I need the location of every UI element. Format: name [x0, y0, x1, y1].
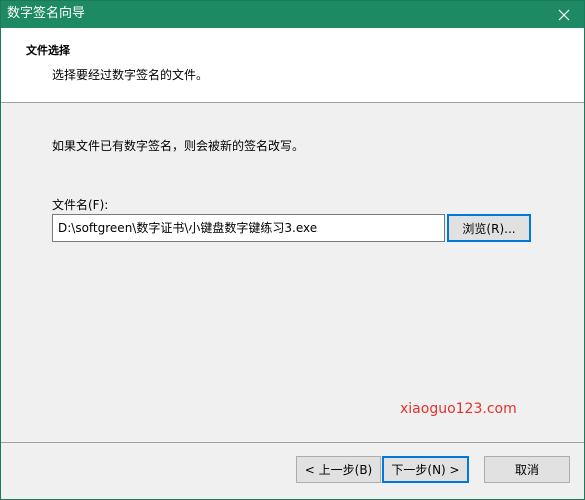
footer-divider — [1, 442, 584, 443]
window-title: 数字签名向导 — [7, 6, 86, 21]
title-bar[interactable]: 数字签名向导 — [1, 1, 584, 28]
back-button[interactable]: < 上一步(B) — [296, 456, 381, 483]
cancel-button[interactable]: 取消 — [484, 456, 570, 483]
step-description: 选择要经过数字签名的文件。 — [52, 68, 209, 82]
step-title: 文件选择 — [26, 44, 70, 57]
file-name-label: 文件名(F): — [52, 198, 109, 212]
file-name-input[interactable] — [52, 214, 445, 242]
close-button[interactable] — [544, 1, 584, 28]
watermark-text: xiaoguo123.com — [400, 401, 517, 417]
browse-button[interactable]: 浏览(R)... — [447, 214, 531, 242]
signature-wizard-window: 数字签名向导 文件选择 选择要经过数字签名的文件。 如果文件已有数字签名，则会被… — [0, 0, 585, 500]
close-icon — [558, 9, 570, 20]
overwrite-info-text: 如果文件已有数字签名，则会被新的签名改写。 — [52, 139, 305, 153]
wizard-header: 文件选择 选择要经过数字签名的文件。 — [1, 28, 584, 103]
next-button[interactable]: 下一步(N) > — [382, 456, 469, 483]
